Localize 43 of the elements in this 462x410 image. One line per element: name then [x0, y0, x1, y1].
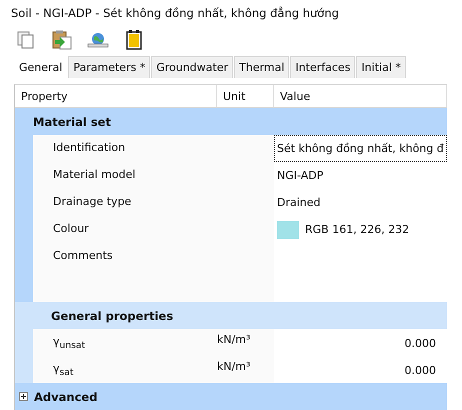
property-row[interactable]: γ$_{sat}$ kN/m³ 0.000	[33, 356, 447, 383]
expand-icon[interactable]	[19, 392, 28, 401]
property-row[interactable]: Drainage type Drained	[33, 189, 447, 216]
property-row[interactable]: Comments	[33, 243, 447, 302]
unit-text: kN/m³	[217, 333, 250, 346]
group-title: General properties	[51, 308, 174, 322]
window-title: Soil - NGI-ADP - Sét không đồng nhất, không đẳng hướng	[10, 5, 340, 22]
tab[interactable]: Thermal	[234, 56, 290, 78]
value-cell[interactable]: Sét không đồng nhất, không đ	[274, 135, 447, 162]
copy-icon	[17, 30, 35, 49]
tab[interactable]: Interfaces	[290, 56, 356, 78]
tab[interactable]: Groundwater	[151, 56, 234, 78]
property-name: Colour	[53, 222, 89, 235]
property-name: Drainage type	[53, 195, 132, 208]
property-name: γ$_{unsat}$	[53, 335, 86, 348]
toolbar-button[interactable]	[50, 30, 74, 50]
property-name: Identification	[53, 141, 126, 154]
value-cell[interactable]: Drained	[274, 189, 447, 216]
value-cell[interactable]: RGB 161, 226, 232	[274, 216, 447, 243]
clipboard-icon	[52, 30, 72, 50]
property-name: Material model	[53, 168, 136, 181]
column-header[interactable]: Value	[274, 85, 447, 107]
value-cell[interactable]: NGI-ADP	[274, 162, 447, 189]
column-header[interactable]: Unit	[217, 85, 274, 107]
globe-ruler-icon	[87, 32, 109, 48]
tab[interactable]: Parameters *	[68, 56, 150, 78]
value-cell[interactable]: 0.000	[274, 329, 447, 356]
group-header[interactable]: Advanced	[15, 383, 447, 410]
property-row[interactable]: γ$_{unsat}$ kN/m³ 0.000	[33, 329, 447, 356]
property-name: Comments	[53, 249, 113, 262]
tab[interactable]: Initial *	[356, 56, 406, 78]
container-icon	[126, 30, 142, 50]
property-row[interactable]: Material model NGI-ADP	[33, 162, 447, 189]
group-header[interactable]: General properties	[15, 302, 447, 329]
value-cell[interactable]: 0.000	[274, 356, 447, 383]
property-name: γ$_{sat}$	[53, 362, 74, 375]
property-row[interactable]: Colour RGB 161, 226, 232	[33, 216, 447, 243]
group-header[interactable]: Material set	[15, 108, 447, 135]
group-title: Material set	[33, 114, 111, 128]
property-row[interactable]: Identification Sét không đồng nhất, không đ	[33, 135, 447, 162]
group-title: Advanced	[34, 390, 98, 404]
column-header[interactable]: Property	[15, 85, 217, 107]
unit-text: kN/m³	[217, 360, 250, 373]
